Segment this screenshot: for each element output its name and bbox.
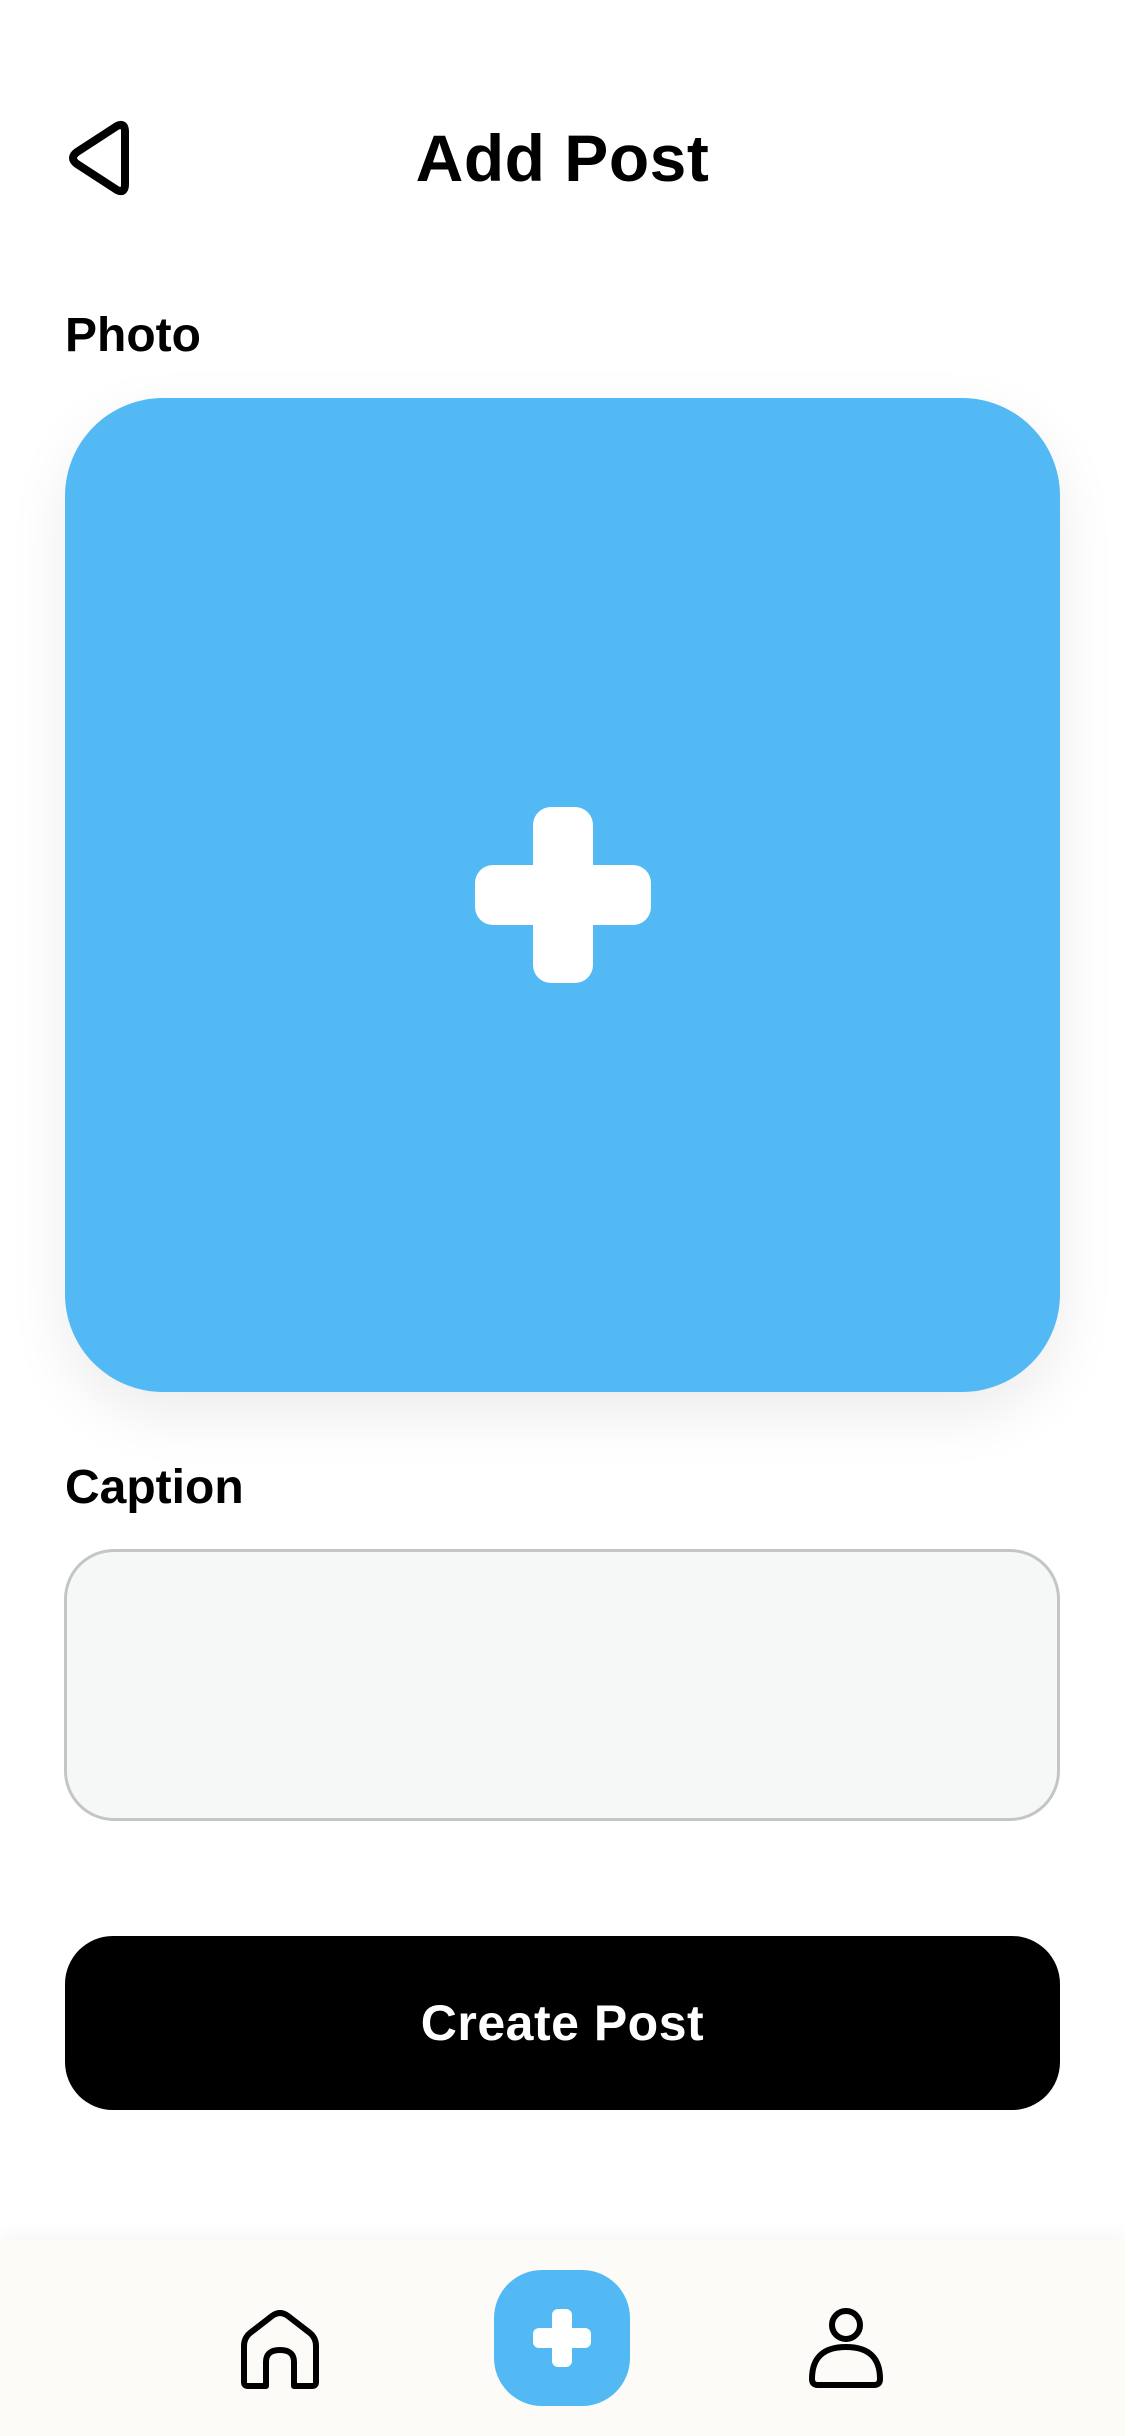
photo-label: Photo xyxy=(65,309,201,362)
nav-add-button[interactable] xyxy=(494,2270,630,2406)
user-icon xyxy=(809,2308,883,2388)
plus-icon xyxy=(474,807,651,983)
bottom-nav xyxy=(0,2240,1125,2436)
home-icon xyxy=(241,2310,319,2389)
page-title: Add Post xyxy=(415,121,710,195)
nav-home-button[interactable] xyxy=(230,2300,330,2400)
create-post-button[interactable]: Create Post xyxy=(65,1936,1060,2110)
header: Add Post xyxy=(0,100,1125,215)
caption-input[interactable] xyxy=(64,1549,1060,1821)
plus-icon xyxy=(533,2309,591,2367)
photo-upload-area[interactable] xyxy=(65,398,1060,1392)
caption-label: Caption xyxy=(65,1461,244,1514)
nav-profile-button[interactable] xyxy=(796,2298,896,2398)
